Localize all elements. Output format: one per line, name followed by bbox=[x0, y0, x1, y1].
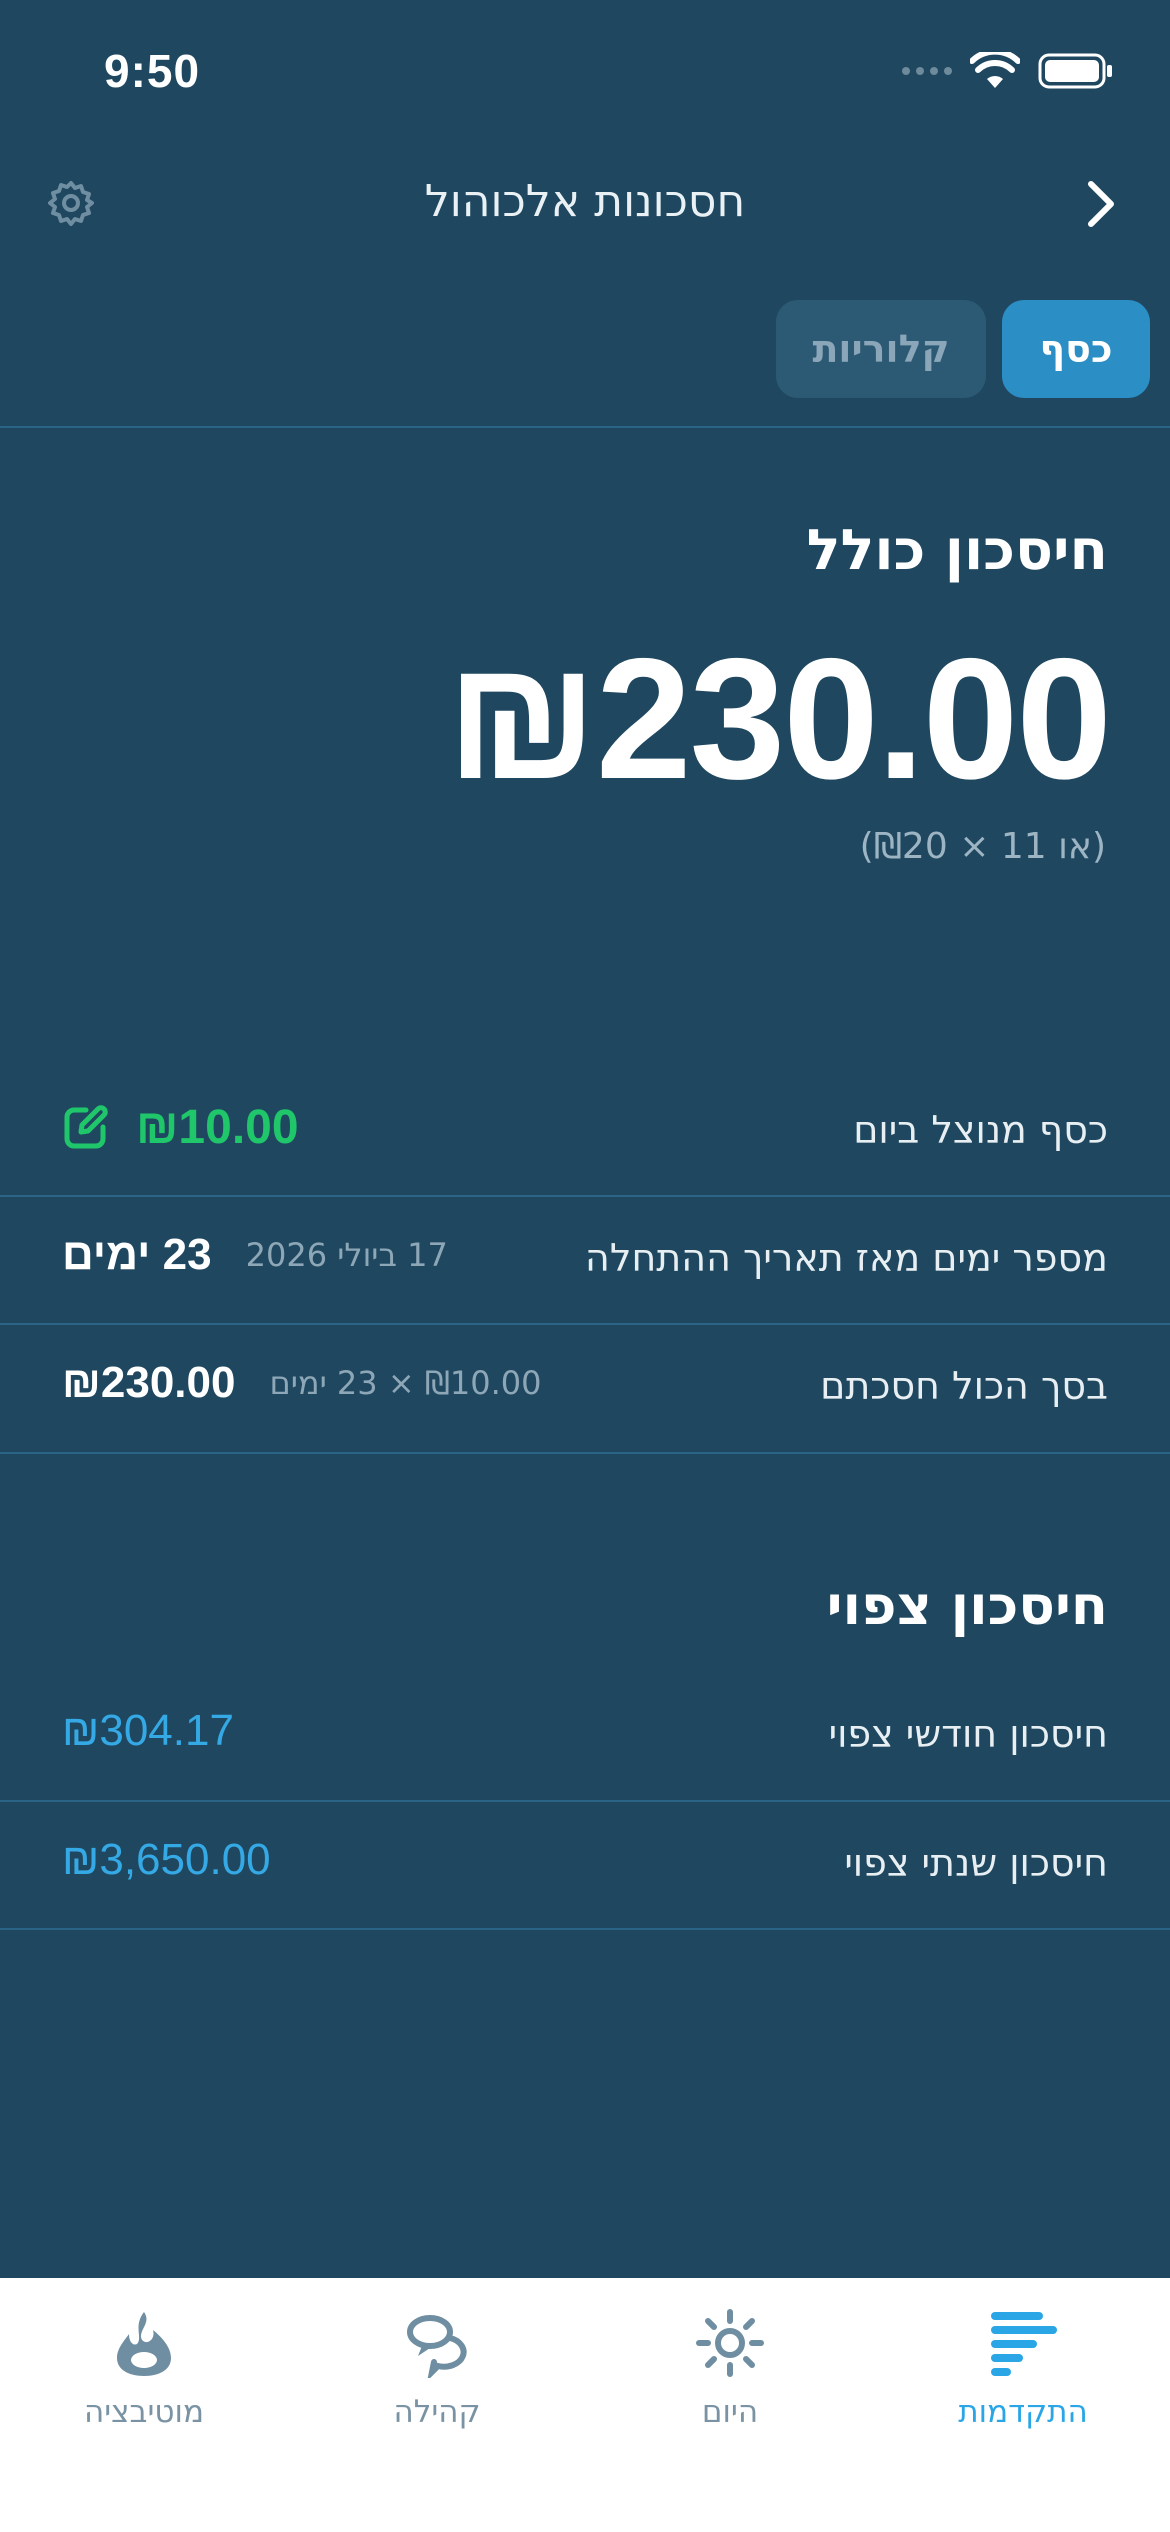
tabbar-item-community[interactable]: קהילה bbox=[307, 2298, 567, 2430]
divider bbox=[0, 1452, 1170, 1454]
progress-screen: 9:50 חסכונות אלכוהול כסף קלוריות חיסכון … bbox=[0, 0, 1170, 2532]
projected-savings-heading: חיסכון צפוי bbox=[826, 1574, 1108, 1637]
yearly-projection-value: ₪3,650.00 bbox=[62, 1835, 271, 1884]
back-chevron-icon[interactable] bbox=[1086, 180, 1116, 232]
tabbar-label: היום bbox=[701, 2394, 759, 2430]
tabbar-label: מוטיבציה bbox=[83, 2394, 205, 2430]
yearly-projection-group: ₪3,650.00 bbox=[62, 1835, 271, 1885]
start-date[interactable]: 17 ביולי 2026 bbox=[246, 1236, 448, 1274]
total-saved-formula: ₪10.00 × 23 ימים bbox=[269, 1364, 542, 1402]
monthly-projection-value: ₪304.17 bbox=[62, 1706, 234, 1755]
tabbar-label: קהילה bbox=[393, 2394, 481, 2430]
battery-icon bbox=[1038, 53, 1112, 89]
total-savings-amount: ₪230.00 bbox=[445, 623, 1112, 815]
tabbar-item-today[interactable]: היום bbox=[600, 2298, 860, 2430]
divider bbox=[0, 1195, 1170, 1197]
segment-tabs: כסף קלוריות bbox=[776, 300, 1150, 398]
tab-money[interactable]: כסף bbox=[1002, 300, 1150, 398]
yearly-projection-label: חיסכון שנתי צפוי bbox=[844, 1841, 1108, 1885]
cellular-signal-icon bbox=[902, 67, 952, 75]
days-since-start-label: מספר ימים מאז תאריך ההתחלה bbox=[585, 1236, 1108, 1280]
divider bbox=[0, 1800, 1170, 1802]
status-time: 9:50 bbox=[104, 45, 201, 97]
sun-icon bbox=[696, 2309, 764, 2377]
divider bbox=[0, 1928, 1170, 1930]
daily-spend-value: ₪10.00 bbox=[136, 1101, 299, 1154]
days-value-group: 23 ימים 17 ביולי 2026 bbox=[62, 1230, 448, 1280]
edit-icon[interactable] bbox=[62, 1104, 108, 1151]
tabbar-item-motivation[interactable]: מוטיבציה bbox=[14, 2298, 274, 2430]
monthly-projection-group: ₪304.17 bbox=[62, 1706, 234, 1756]
total-saved-label: בסך הכול חסכתם bbox=[820, 1364, 1108, 1408]
daily-spend-label: כסף מנוצל ביום bbox=[853, 1108, 1108, 1152]
tabbar-item-progress[interactable]: התקדמות bbox=[893, 2298, 1153, 2430]
tab-calories[interactable]: קלוריות bbox=[776, 300, 986, 398]
divider bbox=[0, 1323, 1170, 1325]
days-count: 23 ימים bbox=[62, 1230, 212, 1279]
divider bbox=[0, 426, 1170, 428]
wifi-icon bbox=[970, 52, 1020, 88]
page-title: חסכונות אלכוהול bbox=[424, 176, 746, 227]
total-saved-value: ₪230.00 bbox=[62, 1358, 236, 1407]
flame-icon bbox=[117, 2312, 171, 2376]
monthly-projection-label: חיסכון חודשי צפוי bbox=[828, 1712, 1108, 1756]
community-icon bbox=[407, 2315, 467, 2378]
bottom-tab-bar: התקדמות היום קהילה מוטיבציה bbox=[0, 2278, 1170, 2532]
daily-spend-value-group[interactable]: ₪10.00 bbox=[62, 1100, 299, 1155]
tabbar-label: התקדמות bbox=[958, 2394, 1088, 2430]
total-savings-heading: חיסכון כולל bbox=[806, 518, 1108, 583]
total-savings-note: (או 11 × ₪20) bbox=[859, 826, 1106, 867]
total-saved-value-group: ₪230.00 ₪10.00 × 23 ימים bbox=[62, 1358, 542, 1408]
status-indicators bbox=[902, 52, 1114, 90]
progress-bars-icon bbox=[991, 2312, 1057, 2376]
